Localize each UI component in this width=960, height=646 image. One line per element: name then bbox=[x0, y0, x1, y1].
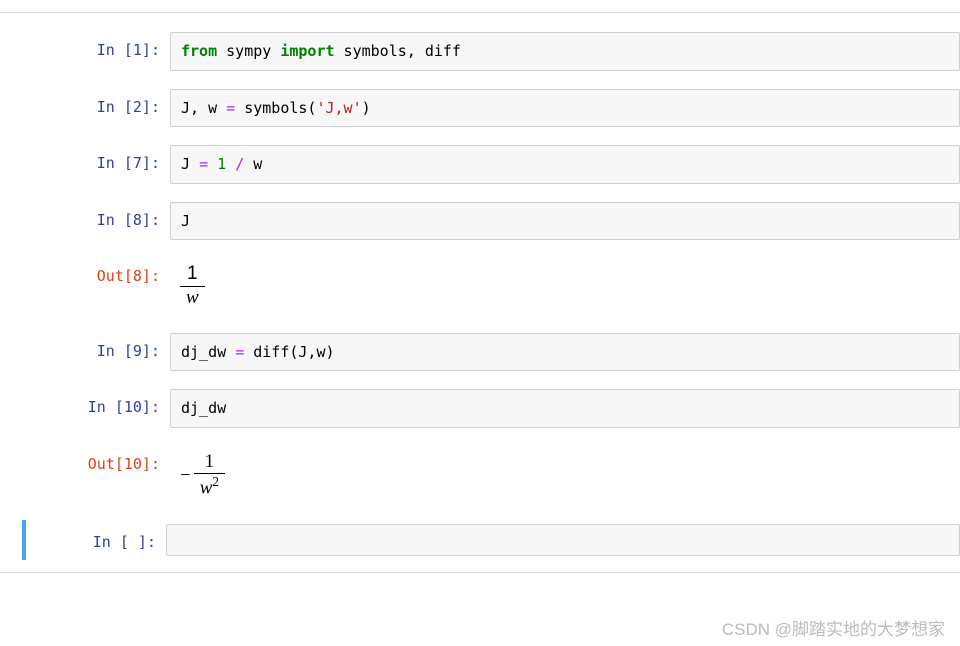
cell-in-9[interactable]: In [9]: dj_dw = diff(J,w) bbox=[30, 329, 960, 376]
code-input[interactable]: from sympy import symbols, diff bbox=[170, 32, 960, 71]
code-input[interactable]: dj_dw bbox=[170, 389, 960, 428]
cell-in-1[interactable]: In [1]: from sympy import symbols, diff bbox=[30, 28, 960, 75]
keyword-from: from bbox=[181, 42, 217, 60]
cell-in-2[interactable]: In [2]: J, w = symbols('J,w') bbox=[30, 85, 960, 132]
prompt-out: Out[10]: bbox=[30, 446, 170, 476]
math-output: 1 w bbox=[170, 258, 960, 315]
prompt-in: In [10]: bbox=[30, 389, 170, 419]
code-input[interactable]: J bbox=[170, 202, 960, 241]
cell-in-empty[interactable]: In [ ]: bbox=[22, 520, 960, 560]
notebook-container: In [1]: from sympy import symbols, diff … bbox=[30, 28, 960, 560]
math-output: − 1 w2 bbox=[170, 446, 960, 506]
watermark: CSDN @脚踏实地的大梦想家 bbox=[722, 615, 945, 640]
minus-sign: − bbox=[180, 465, 191, 487]
prompt-in: In [7]: bbox=[30, 145, 170, 175]
cell-in-10[interactable]: In [10]: dj_dw bbox=[30, 385, 960, 432]
prompt-in: In [9]: bbox=[30, 333, 170, 363]
prompt-out: Out[8]: bbox=[30, 258, 170, 288]
cell-in-8[interactable]: In [8]: J bbox=[30, 198, 960, 245]
code-input[interactable]: J = 1 / w bbox=[170, 145, 960, 184]
keyword-import: import bbox=[280, 42, 334, 60]
cell-out-10: Out[10]: − 1 w2 bbox=[30, 442, 960, 510]
prompt-in: In [2]: bbox=[30, 89, 170, 119]
prompt-in: In [8]: bbox=[30, 202, 170, 232]
prompt-in: In [ ]: bbox=[30, 524, 166, 554]
cell-out-8: Out[8]: 1 w bbox=[30, 254, 960, 319]
cell-in-7[interactable]: In [7]: J = 1 / w bbox=[30, 141, 960, 188]
code-input[interactable]: J, w = symbols('J,w') bbox=[170, 89, 960, 128]
fraction: 1 w bbox=[180, 263, 205, 310]
code-input[interactable] bbox=[166, 524, 960, 556]
fraction: 1 w2 bbox=[194, 451, 225, 501]
prompt-in: In [1]: bbox=[30, 32, 170, 62]
code-input[interactable]: dj_dw = diff(J,w) bbox=[170, 333, 960, 372]
